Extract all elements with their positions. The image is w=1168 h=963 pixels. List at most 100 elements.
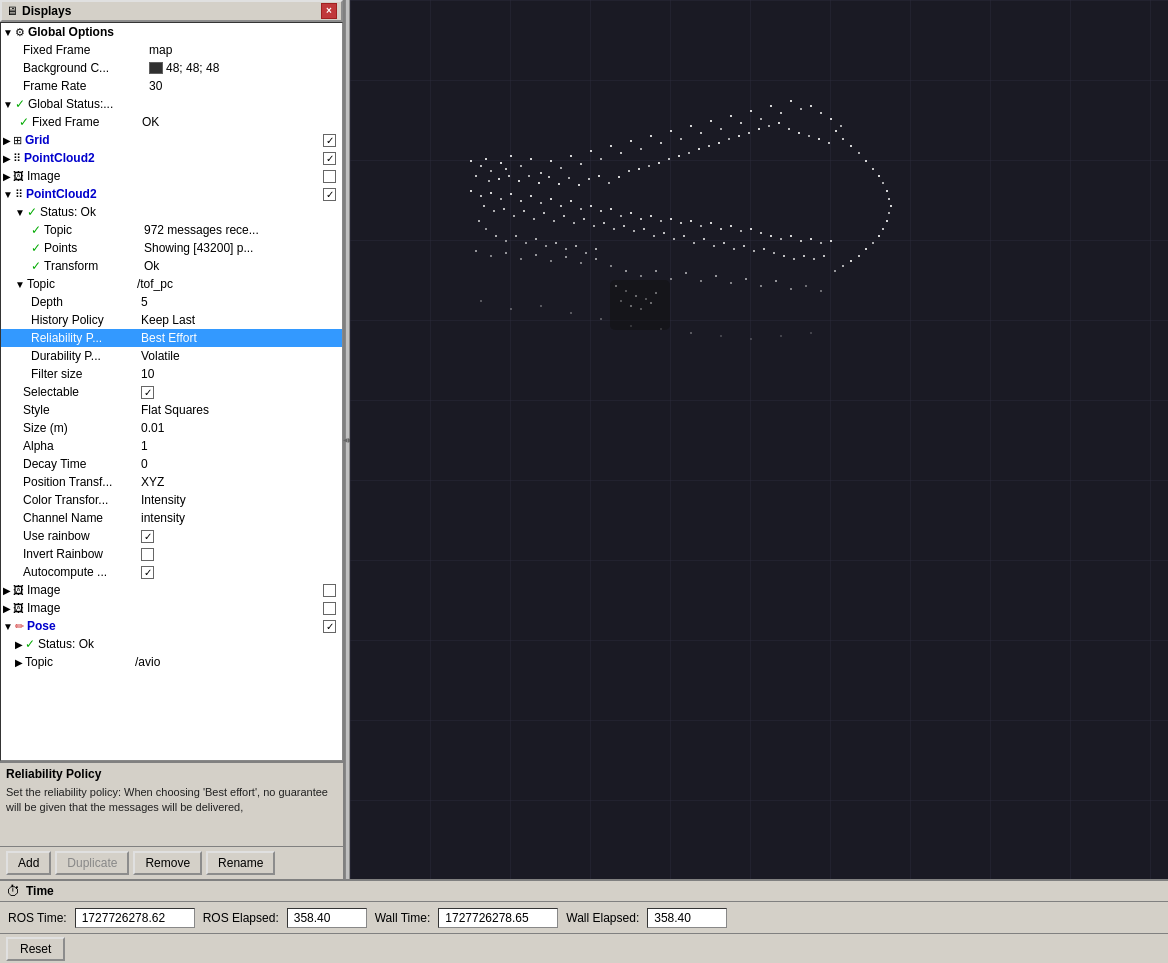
expand-pc1[interactable]: ▶ bbox=[3, 153, 11, 164]
svg-rect-106 bbox=[750, 228, 752, 230]
tree-row-image1[interactable]: ▶ 🖼 Image bbox=[1, 167, 342, 185]
tree-row-topic[interactable]: ▼ Topic /tof_pc bbox=[1, 275, 342, 293]
tree-row-filter[interactable]: Filter size 10 bbox=[1, 365, 342, 383]
topic-status-value: 972 messages rece... bbox=[144, 223, 259, 237]
svg-rect-159 bbox=[886, 190, 888, 192]
tree-row-pose[interactable]: ▼ ✏ Pose ✓ bbox=[1, 617, 342, 635]
tree-panel[interactable]: ▼ ⚙ Global Options Fixed Frame map Backg… bbox=[0, 22, 343, 761]
close-button[interactable]: × bbox=[321, 3, 337, 19]
tree-row-background[interactable]: Background C... 48; 48; 48 bbox=[1, 59, 342, 77]
tree-row-alpha[interactable]: Alpha 1 bbox=[1, 437, 342, 455]
duplicate-button[interactable]: Duplicate bbox=[55, 851, 129, 875]
viewport[interactable] bbox=[350, 0, 1168, 879]
tree-row-reliability[interactable]: Reliability P... Best Effort bbox=[1, 329, 342, 347]
expand-global-status[interactable]: ▼ bbox=[3, 99, 13, 110]
tree-row-fixed-frame[interactable]: Fixed Frame map bbox=[1, 41, 342, 59]
svg-rect-44 bbox=[498, 178, 500, 180]
svg-rect-6 bbox=[500, 162, 502, 164]
svg-rect-62 bbox=[678, 155, 680, 157]
svg-rect-222 bbox=[753, 250, 755, 252]
expand-pose-status[interactable]: ▶ bbox=[15, 639, 23, 650]
use-rainbow-label: Use rainbow bbox=[19, 529, 141, 543]
add-button[interactable]: Add bbox=[6, 851, 51, 875]
tree-row-frame-rate[interactable]: Frame Rate 30 bbox=[1, 77, 342, 95]
tree-row-grid[interactable]: ▶ ⊞ Grid ✓ bbox=[1, 131, 342, 149]
description-text: Set the reliability policy: When choosin… bbox=[6, 785, 337, 816]
svg-rect-9 bbox=[520, 165, 522, 167]
tree-row-topic-avio[interactable]: ▶ Topic /avio bbox=[1, 653, 342, 671]
tree-row-selectable[interactable]: Selectable ✓ bbox=[1, 383, 342, 401]
expand-topic[interactable]: ▼ bbox=[15, 279, 25, 290]
autocompute-checkbox[interactable]: ✓ bbox=[141, 566, 154, 579]
tree-row-global-options[interactable]: ▼ ⚙ Global Options bbox=[1, 23, 342, 41]
tree-row-style[interactable]: Style Flat Squares bbox=[1, 401, 342, 419]
svg-rect-42 bbox=[475, 175, 477, 177]
remove-button[interactable]: Remove bbox=[133, 851, 202, 875]
svg-rect-167 bbox=[865, 248, 867, 250]
expand-pc2[interactable]: ▼ bbox=[3, 189, 13, 200]
invert-rainbow-label: Invert Rainbow bbox=[19, 547, 141, 561]
expand-status[interactable]: ▼ bbox=[15, 207, 25, 218]
svg-rect-29 bbox=[720, 128, 722, 130]
pose-checkbox[interactable]: ✓ bbox=[323, 620, 336, 633]
tree-row-depth[interactable]: Depth 5 bbox=[1, 293, 342, 311]
tree-row-use-rainbow[interactable]: Use rainbow ✓ bbox=[1, 527, 342, 545]
tree-row-image2[interactable]: ▶ 🖼 Image bbox=[1, 581, 342, 599]
tree-row-pose-status[interactable]: ▶ ✓ Status: Ok bbox=[1, 635, 342, 653]
pc2-checkbox[interactable]: ✓ bbox=[323, 188, 336, 201]
expand-img3[interactable]: ▶ bbox=[3, 603, 11, 614]
img3-checkbox[interactable] bbox=[323, 602, 336, 615]
history-value: Keep Last bbox=[141, 313, 195, 327]
tree-row-points-status[interactable]: ✓ Points Showing [43200] p... bbox=[1, 239, 342, 257]
expand-pose[interactable]: ▼ bbox=[3, 621, 13, 632]
tree-row-autocompute[interactable]: Autocompute ... ✓ bbox=[1, 563, 342, 581]
use-rainbow-checkbox[interactable]: ✓ bbox=[141, 530, 154, 543]
svg-rect-86 bbox=[550, 198, 552, 200]
rename-button[interactable]: Rename bbox=[206, 851, 275, 875]
tree-row-status-ok[interactable]: ▼ ✓ Status: Ok bbox=[1, 203, 342, 221]
svg-rect-75 bbox=[808, 135, 810, 137]
pos-transform-label: Position Transf... bbox=[19, 475, 141, 489]
status-ok-check: ✓ bbox=[27, 205, 37, 219]
svg-rect-142 bbox=[570, 312, 572, 314]
tree-row-channel[interactable]: Channel Name intensity bbox=[1, 509, 342, 527]
tree-row-history[interactable]: History Policy Keep Last bbox=[1, 311, 342, 329]
svg-rect-28 bbox=[710, 120, 712, 122]
pc1-checkbox[interactable]: ✓ bbox=[323, 152, 336, 165]
svg-rect-196 bbox=[493, 210, 495, 212]
expand-img1[interactable]: ▶ bbox=[3, 171, 11, 182]
tree-row-pointcloud2-1[interactable]: ▶ ⠿ PointCloud2 ✓ bbox=[1, 149, 342, 167]
expand-img2[interactable]: ▶ bbox=[3, 585, 11, 596]
ros-elapsed-value: 358.40 bbox=[287, 908, 367, 928]
tree-row-pos-transform[interactable]: Position Transf... XYZ bbox=[1, 473, 342, 491]
img2-checkbox[interactable] bbox=[323, 584, 336, 597]
expand-grid[interactable]: ▶ bbox=[3, 135, 11, 146]
tree-row-pointcloud2-2[interactable]: ▼ ⠿ PointCloud2 ✓ bbox=[1, 185, 342, 203]
svg-rect-137 bbox=[805, 285, 807, 287]
svg-rect-126 bbox=[640, 275, 642, 277]
svg-rect-50 bbox=[558, 183, 560, 185]
tree-row-global-status[interactable]: ▼ ✓ Global Status:... bbox=[1, 95, 342, 113]
tree-row-color-transform[interactable]: Color Transfor... Intensity bbox=[1, 491, 342, 509]
reset-button[interactable]: Reset bbox=[6, 937, 65, 961]
tree-row-decay[interactable]: Decay Time 0 bbox=[1, 455, 342, 473]
tree-row-fixed-frame-ok[interactable]: ✓ Fixed Frame OK bbox=[1, 113, 342, 131]
tree-row-invert-rainbow[interactable]: Invert Rainbow bbox=[1, 545, 342, 563]
img1-checkbox[interactable] bbox=[323, 170, 336, 183]
svg-rect-181 bbox=[565, 248, 567, 250]
tree-row-durability[interactable]: Durability P... Volatile bbox=[1, 347, 342, 365]
svg-point-1 bbox=[470, 140, 870, 220]
status-bar: ROS Time: 1727726278.62 ROS Elapsed: 358… bbox=[0, 901, 1168, 933]
svg-rect-228 bbox=[813, 258, 815, 260]
tree-row-topic-status[interactable]: ✓ Topic 972 messages rece... bbox=[1, 221, 342, 239]
expand-topic-avio[interactable]: ▶ bbox=[15, 657, 23, 668]
grid-checkbox[interactable]: ✓ bbox=[323, 134, 336, 147]
invert-rainbow-checkbox[interactable] bbox=[141, 548, 154, 561]
selectable-checkbox[interactable]: ✓ bbox=[141, 386, 154, 399]
tree-row-size[interactable]: Size (m) 0.01 bbox=[1, 419, 342, 437]
tree-row-transform-status[interactable]: ✓ Transform Ok bbox=[1, 257, 342, 275]
ros-elapsed-label: ROS Elapsed: bbox=[203, 911, 279, 925]
expand-icon[interactable]: ▼ bbox=[3, 27, 13, 38]
displays-header: 🖥 Displays × bbox=[0, 0, 343, 22]
tree-row-image3[interactable]: ▶ 🖼 Image bbox=[1, 599, 342, 617]
